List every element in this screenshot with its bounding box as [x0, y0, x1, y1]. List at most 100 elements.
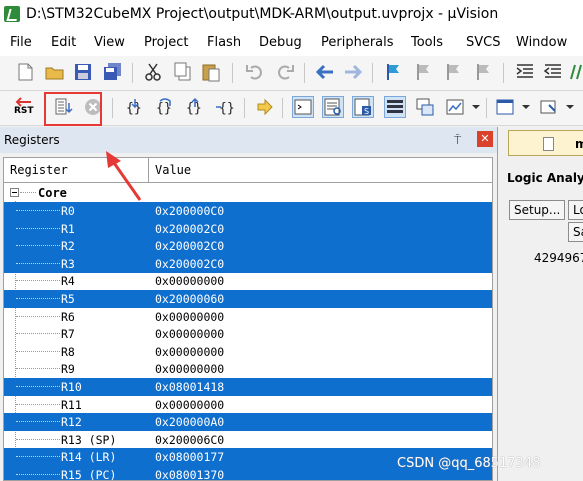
- register-value[interactable]: 0x08000177: [155, 450, 224, 464]
- register-row[interactable]: R10 0x08001418: [4, 378, 492, 396]
- register-value[interactable]: 0x00000000: [155, 310, 224, 324]
- register-row[interactable]: R5 0x20000060: [4, 290, 492, 308]
- register-value[interactable]: 0x08001418: [155, 380, 224, 394]
- register-value[interactable]: 0x200000C0: [155, 204, 224, 218]
- step-into-icon[interactable]: {}: [124, 96, 146, 118]
- copy-icon[interactable]: [172, 61, 194, 83]
- register-row[interactable]: R13 (SP) 0x200006C0: [4, 431, 492, 449]
- register-row[interactable]: R2 0x200002C0: [4, 237, 492, 256]
- close-icon[interactable]: ✕: [477, 131, 493, 147]
- register-value[interactable]: 0x00000000: [155, 274, 224, 288]
- register-value[interactable]: 0x200006C0: [155, 433, 224, 447]
- setup-button[interactable]: Setup...: [509, 200, 565, 220]
- step-over-icon[interactable]: {}: [154, 96, 176, 118]
- chevron-down-icon[interactable]: [520, 96, 532, 118]
- register-name: R6: [61, 309, 75, 324]
- chevron-down-icon[interactable]: [564, 96, 576, 118]
- bookmark-icon[interactable]: [382, 61, 404, 83]
- register-value[interactable]: 0x00000000: [155, 345, 224, 359]
- menu-file[interactable]: File: [10, 35, 32, 50]
- clear-bookmarks-icon[interactable]: [472, 61, 494, 83]
- serial-window-icon[interactable]: [538, 96, 560, 118]
- register-row[interactable]: R9 0x00000000: [4, 360, 492, 378]
- svg-text:{}: {}: [126, 101, 142, 116]
- register-row[interactable]: R1 0x200002C0: [4, 219, 492, 238]
- save-icon[interactable]: [72, 61, 94, 83]
- window-title: D:\STM32CubeMX Project\output\MDK-ARM\ou…: [26, 6, 499, 22]
- toolbar-separator: [244, 98, 245, 118]
- paste-icon[interactable]: [200, 61, 222, 83]
- menu-debug[interactable]: Debug: [259, 35, 302, 50]
- pin-icon[interactable]: ⍑: [454, 133, 461, 148]
- register-row[interactable]: R3 0x200002C0: [4, 254, 492, 273]
- collapse-icon[interactable]: [10, 188, 19, 197]
- open-folder-icon[interactable]: [44, 61, 66, 83]
- new-file-icon[interactable]: [14, 61, 36, 83]
- chevron-down-icon[interactable]: [470, 96, 482, 118]
- register-row[interactable]: R4 0x00000000: [4, 272, 492, 290]
- indent-icon[interactable]: [514, 61, 536, 83]
- register-row[interactable]: R0 0x200000C0: [4, 202, 492, 220]
- register-row[interactable]: R7 0x00000000: [4, 325, 492, 343]
- column-header-value[interactable]: Value: [155, 163, 191, 177]
- menu-peripherals[interactable]: Peripherals: [321, 35, 394, 50]
- load-button[interactable]: Lo: [568, 200, 583, 220]
- prev-bookmark-icon[interactable]: [412, 61, 434, 83]
- register-value[interactable]: 0x00000000: [155, 362, 224, 376]
- editor-tab[interactable]: ma: [508, 130, 583, 156]
- menu-project[interactable]: Project: [144, 35, 188, 50]
- register-row[interactable]: R11 0x00000000: [4, 396, 492, 414]
- core-group-row[interactable]: Core: [4, 184, 492, 202]
- register-value[interactable]: 0x00000000: [155, 327, 224, 341]
- register-value[interactable]: 0x08001370: [155, 468, 224, 480]
- logic-analyzer-title: Logic Analy: [507, 171, 583, 185]
- register-value[interactable]: 0x200002C0: [155, 239, 224, 253]
- disassembly-window-icon[interactable]: [322, 96, 344, 118]
- watch-window-icon[interactable]: [444, 96, 466, 118]
- register-name: R1: [61, 221, 75, 236]
- registers-window-icon[interactable]: [384, 96, 406, 118]
- register-row[interactable]: R6 0x00000000: [4, 308, 492, 326]
- symbols-window-icon[interactable]: S: [352, 96, 374, 118]
- register-value[interactable]: 0x200000A0: [155, 415, 224, 429]
- menu-edit[interactable]: Edit: [51, 35, 76, 50]
- column-divider[interactable]: [148, 158, 149, 182]
- register-row[interactable]: R8 0x00000000: [4, 343, 492, 361]
- comment-icon[interactable]: [568, 61, 583, 83]
- document-icon: [543, 137, 554, 151]
- toolbar-separator: [304, 63, 305, 83]
- show-next-statement-icon[interactable]: [254, 96, 276, 118]
- reset-cpu-button[interactable]: RST: [12, 96, 38, 118]
- menu-tools[interactable]: Tools: [411, 35, 443, 50]
- menu-view[interactable]: View: [94, 35, 125, 50]
- undo-icon[interactable]: [244, 61, 266, 83]
- menu-window[interactable]: Window: [516, 35, 567, 50]
- redo-icon[interactable]: [274, 61, 296, 83]
- register-name: R2: [61, 239, 75, 254]
- cut-icon[interactable]: [142, 61, 164, 83]
- command-window-icon[interactable]: [292, 96, 314, 118]
- next-bookmark-icon[interactable]: [442, 61, 464, 83]
- register-name: R4: [61, 274, 75, 289]
- title-bar: D:\STM32CubeMX Project\output\MDK-ARM\ou…: [0, 0, 583, 30]
- memory-window-icon[interactable]: [494, 96, 516, 118]
- register-value[interactable]: 0x00000000: [155, 398, 224, 412]
- run-to-cursor-icon[interactable]: {}: [214, 96, 236, 118]
- step-out-icon[interactable]: {}: [184, 96, 206, 118]
- save-all-icon[interactable]: [102, 61, 124, 83]
- menu-bar: File Edit View Project Flash Debug Perip…: [0, 30, 583, 56]
- column-header-register[interactable]: Register: [10, 163, 68, 177]
- registers-panel-header: Registers ⍑ ✕: [0, 127, 497, 153]
- register-value[interactable]: 0x20000060: [155, 292, 224, 306]
- call-stack-window-icon[interactable]: [414, 96, 436, 118]
- navigate-forward-icon[interactable]: [342, 61, 364, 83]
- register-value[interactable]: 0x200002C0: [155, 257, 224, 271]
- menu-svcs[interactable]: SVCS: [466, 35, 500, 50]
- tree-connector: [16, 403, 60, 405]
- navigate-back-icon[interactable]: [314, 61, 336, 83]
- register-value[interactable]: 0x200002C0: [155, 222, 224, 236]
- menu-flash[interactable]: Flash: [207, 35, 241, 50]
- save-button[interactable]: Sa: [568, 222, 583, 242]
- register-row[interactable]: R12 0x200000A0: [4, 413, 492, 432]
- unindent-icon[interactable]: [542, 61, 564, 83]
